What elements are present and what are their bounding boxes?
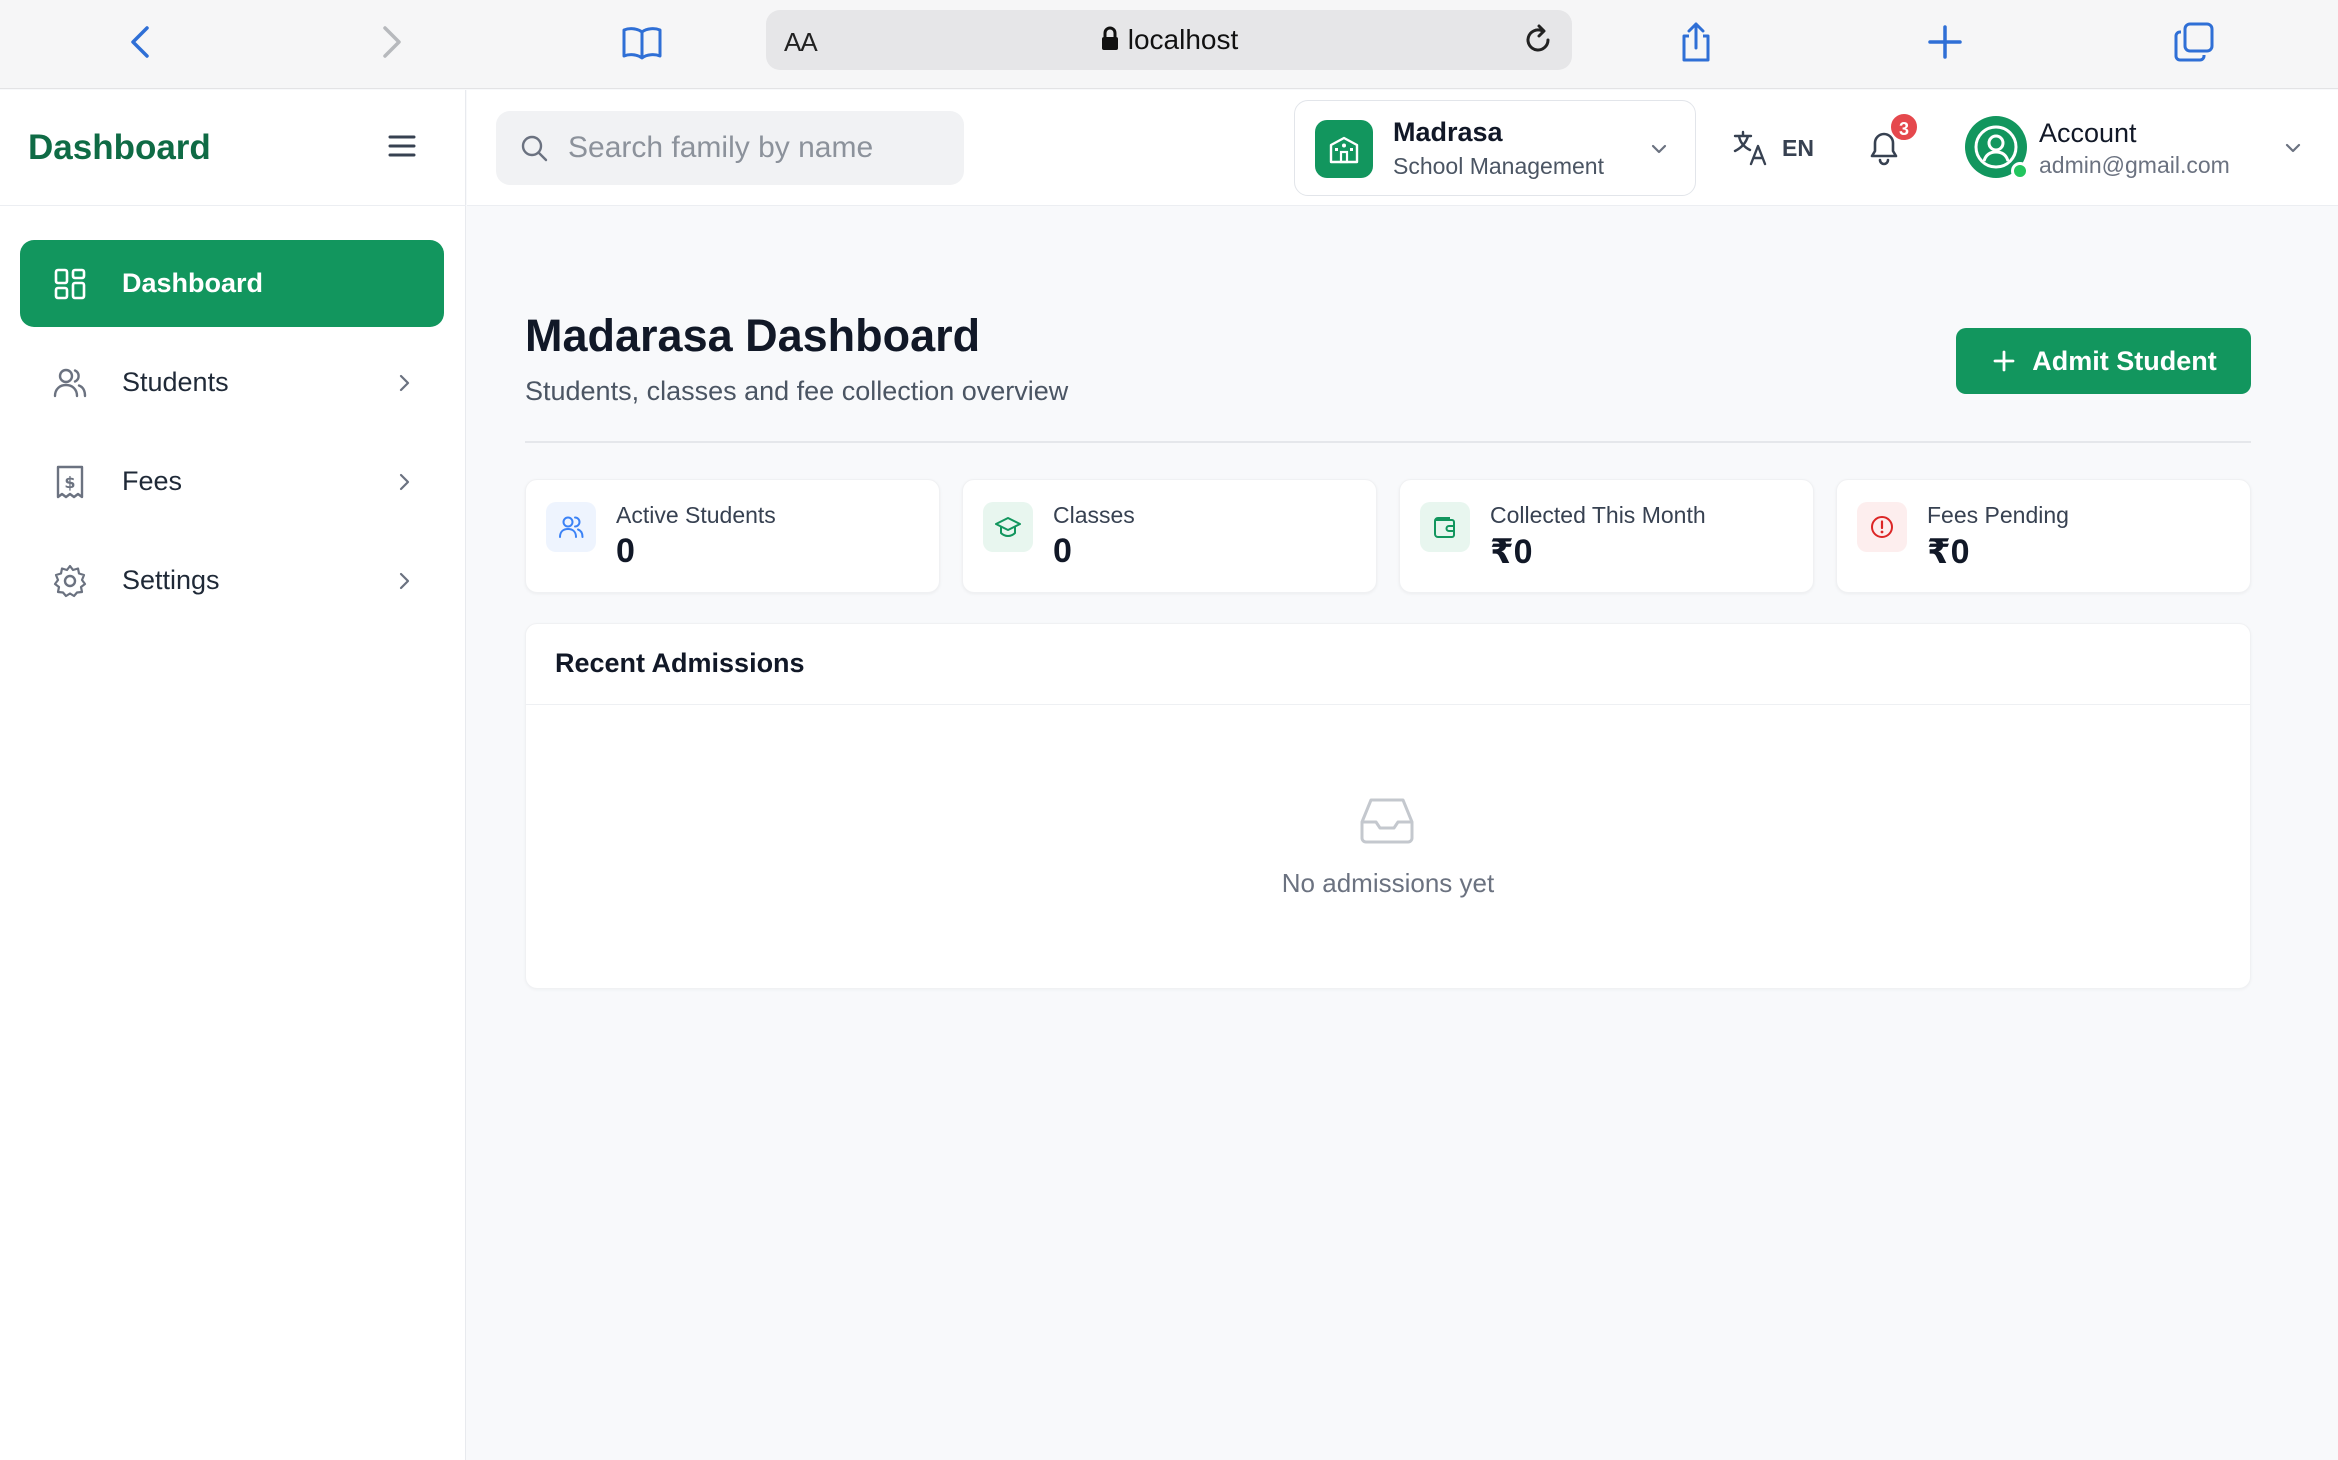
users-icon: [53, 368, 87, 398]
sidebar-item-label: Fees: [122, 466, 183, 496]
share-icon: [1682, 22, 1710, 62]
sidebar-divider: [0, 205, 466, 206]
recent-admissions-panel: Recent Admissions No admissions yet: [525, 623, 2251, 989]
chevron-right-icon: [383, 26, 401, 58]
chevron-down-icon: [2285, 143, 2301, 153]
menu-icon[interactable]: [384, 128, 420, 164]
stat-value: 0: [1053, 532, 1072, 570]
wallet-icon: [1420, 502, 1470, 552]
admit-student-button[interactable]: Admit Student: [1956, 328, 2251, 394]
empty-state-text: No admissions yet: [1281, 868, 1495, 898]
sidebar-item-students[interactable]: Students: [20, 339, 444, 426]
address-bar[interactable]: AA localhost: [766, 10, 1572, 70]
chevron-right-icon: [399, 374, 410, 392]
top-header: Madrasa School Management EN 3 Account a…: [467, 90, 2338, 206]
stat-card-active-students: Active Students 0: [525, 479, 940, 593]
sidebar-item-label: Students: [122, 367, 229, 397]
header-divider: [525, 441, 2251, 443]
plus-icon: [1928, 25, 1962, 59]
account-menu[interactable]: Account admin@gmail.com: [1965, 106, 2315, 192]
lock-icon: [1101, 26, 1118, 50]
reload-icon[interactable]: [1520, 22, 1556, 58]
reader-button[interactable]: [614, 14, 670, 70]
graduation-cap-icon: [983, 502, 1033, 552]
sidebar-item-dashboard[interactable]: Dashboard: [20, 240, 444, 327]
share-button[interactable]: [1668, 14, 1724, 70]
sidebar: Dashboard Dashboard Students $ Fees Sett…: [0, 90, 466, 1460]
grid-icon: [54, 268, 86, 300]
stat-label: Active Students: [616, 502, 776, 528]
book-icon: [622, 27, 662, 60]
stat-value: ₹0: [1927, 533, 1970, 571]
language-switcher[interactable]: EN: [1732, 126, 1814, 170]
sidebar-item-fees[interactable]: $ Fees: [20, 438, 444, 525]
chevron-right-icon: [399, 572, 410, 590]
url-text: localhost: [1127, 24, 1239, 55]
browser-toolbar: AA localhost: [0, 0, 2338, 89]
page-subtitle: Students, classes and fee collection ove…: [525, 376, 1069, 406]
admit-student-label: Admit Student: [2032, 345, 2217, 376]
users-icon: [546, 502, 596, 552]
chevron-right-icon: [399, 473, 410, 491]
svg-text:$: $: [64, 473, 75, 492]
inbox-icon: [1360, 798, 1414, 844]
stat-label: Fees Pending: [1927, 502, 2069, 528]
notification-badge: 3: [1889, 112, 1919, 142]
organization-name: Madrasa: [1393, 117, 1503, 147]
school-icon: [1315, 120, 1373, 178]
brand-title: Dashboard: [28, 128, 211, 167]
receipt-icon: $: [56, 465, 84, 499]
stat-card-fees-pending: Fees Pending ₹0: [1836, 479, 2251, 593]
gear-icon: [53, 564, 87, 598]
alert-icon: [1857, 502, 1907, 552]
stat-card-classes: Classes 0: [962, 479, 1377, 593]
stat-value: 0: [616, 532, 635, 570]
chevron-left-icon: [131, 26, 149, 58]
tabs-button[interactable]: [2166, 14, 2222, 70]
translate-icon: [1733, 130, 1767, 166]
sidebar-item-settings[interactable]: Settings: [20, 537, 444, 624]
chevron-down-icon: [1651, 144, 1667, 154]
language-code: EN: [1782, 134, 1814, 161]
stat-card-collected-this-month: Collected This Month ₹0: [1399, 479, 1814, 593]
sidebar-item-label: Settings: [122, 565, 220, 595]
sidebar-item-label: Dashboard: [122, 268, 264, 298]
organization-subtitle: School Management: [1393, 153, 1604, 179]
search-box[interactable]: [496, 111, 964, 185]
online-status-dot: [2011, 162, 2029, 180]
stat-label: Collected This Month: [1490, 502, 1706, 528]
new-tab-button[interactable]: [1917, 14, 1973, 70]
account-name: Account: [2039, 118, 2137, 148]
panel-divider: [526, 704, 2250, 705]
account-email: admin@gmail.com: [2039, 152, 2230, 178]
back-button[interactable]: [114, 14, 170, 70]
plus-icon: [1993, 350, 2015, 372]
tabs-icon: [2174, 22, 2214, 62]
organization-switcher[interactable]: Madrasa School Management: [1294, 100, 1696, 196]
url-display: localhost: [766, 24, 1572, 56]
page-title: Madarasa Dashboard: [525, 310, 981, 361]
search-input[interactable]: [568, 111, 948, 185]
stat-label: Classes: [1053, 502, 1135, 528]
stat-value: ₹0: [1490, 533, 1533, 571]
forward-button[interactable]: [362, 14, 418, 70]
search-icon: [521, 135, 548, 162]
recent-admissions-title: Recent Admissions: [555, 648, 805, 678]
